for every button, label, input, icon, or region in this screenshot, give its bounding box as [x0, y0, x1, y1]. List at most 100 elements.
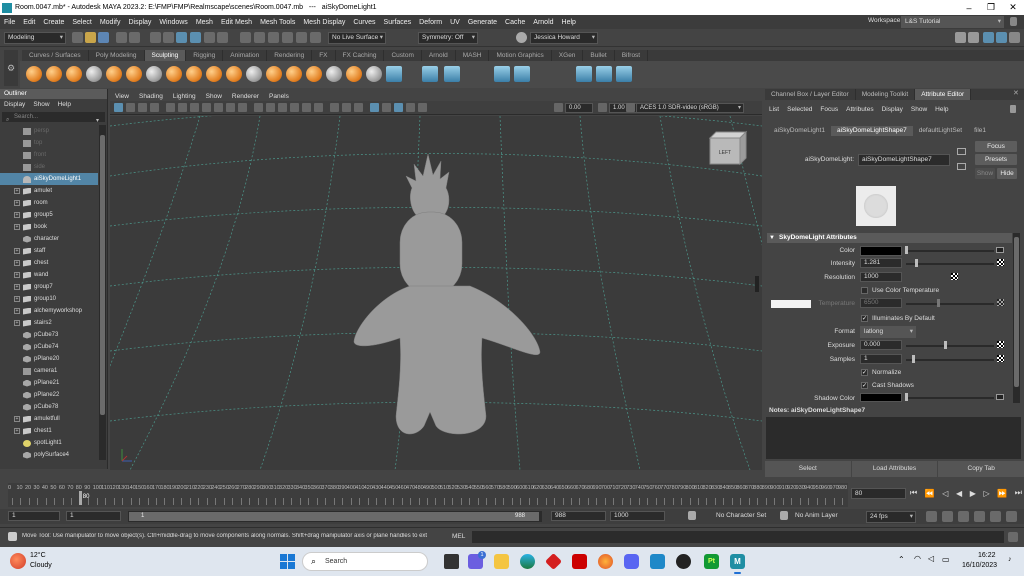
node-tab-aiskydomelight1[interactable]: aiSkyDomeLight1: [768, 126, 831, 136]
play-backwards-icon[interactable]: ◀: [956, 489, 962, 498]
shelf-tab-sculpting[interactable]: Sculpting: [144, 50, 187, 61]
smooth-tool-icon[interactable]: [46, 66, 62, 82]
amplify-tool-icon[interactable]: [346, 66, 362, 82]
outliner-item-persp[interactable]: persp: [0, 125, 98, 137]
outliner-item-pcube78[interactable]: pCube78: [0, 401, 98, 413]
go-to-output-icon[interactable]: [957, 163, 966, 170]
illuminates-by-default-checkbox[interactable]: ✓: [861, 315, 868, 322]
scrape-tool-icon[interactable]: [246, 66, 262, 82]
tab-modeling-toolkit[interactable]: Modeling Toolkit: [856, 89, 916, 100]
samples-map-button[interactable]: [997, 355, 1004, 362]
cast-shadows-checkbox[interactable]: ✓: [861, 382, 868, 389]
sculpt-settings-tool-icon[interactable]: [444, 66, 460, 82]
outliner-item-pplane20[interactable]: pPlane20: [0, 353, 98, 365]
outliner-item-staff[interactable]: + staff: [0, 245, 98, 257]
open-scene-icon[interactable]: [85, 32, 96, 43]
invert-mask-tool-icon[interactable]: [514, 66, 530, 82]
show-button[interactable]: Show: [975, 168, 995, 179]
playback-end-field[interactable]: 988: [551, 511, 606, 521]
temperature-slider[interactable]: [906, 303, 994, 305]
outliner-item-group7[interactable]: + group7: [0, 281, 98, 293]
outliner-item-pcube73[interactable]: pCube73: [0, 329, 98, 341]
viewport-menu-panels[interactable]: Panels: [264, 92, 294, 101]
exposure-field[interactable]: 0.00: [565, 103, 593, 113]
outliner-item-chest[interactable]: + chest: [0, 257, 98, 269]
knife-tool-icon[interactable]: [286, 66, 302, 82]
taskbar-search-box[interactable]: ⌕ Search: [302, 552, 428, 571]
view-cube[interactable]: LEFT: [708, 130, 748, 166]
edge-icon[interactable]: [520, 554, 535, 569]
user-dropdown[interactable]: Jessica Howard: [530, 32, 598, 44]
samples-field[interactable]: 1: [860, 354, 902, 364]
anim-layer-icon[interactable]: [780, 511, 788, 520]
outliner-item-room[interactable]: + room: [0, 197, 98, 209]
node-name-field[interactable]: aiSkyDomeLightShape7: [858, 154, 950, 166]
xray-joints-icon[interactable]: [342, 103, 351, 112]
outliner-item-group10[interactable]: + group10: [0, 293, 98, 305]
outliner-item-pcube74[interactable]: pCube74: [0, 341, 98, 353]
pinch-tool-icon[interactable]: [106, 66, 122, 82]
use-color-temperature-checkbox[interactable]: [861, 287, 868, 294]
field-chart-icon[interactable]: [214, 103, 223, 112]
expand-icon[interactable]: +: [14, 224, 20, 230]
shelf-tab-custom[interactable]: Custom: [384, 50, 422, 61]
outliner-item-stairs2[interactable]: + stairs2: [0, 317, 98, 329]
shelf-tab-mash[interactable]: MASH: [456, 50, 490, 61]
intensity-slider[interactable]: [906, 263, 994, 265]
fill-tool-icon[interactable]: [266, 66, 282, 82]
format-dropdown[interactable]: latlong: [860, 326, 916, 338]
temperature-field[interactable]: 6500: [860, 298, 902, 308]
attr-menu-focus[interactable]: Focus: [816, 106, 842, 113]
temperature-map-button[interactable]: [997, 299, 1004, 306]
image-plane-icon[interactable]: [150, 103, 159, 112]
menu-display[interactable]: Display: [124, 19, 155, 26]
shelf-tab-poly-modeling[interactable]: Poly Modeling: [89, 50, 145, 61]
shelf-tab-curves-surfaces[interactable]: Curves / Surfaces: [22, 50, 89, 61]
outliner-item-chest1[interactable]: + chest1: [0, 425, 98, 437]
attr-menu-display[interactable]: Display: [878, 106, 907, 113]
outliner-item-camera1[interactable]: camera1: [0, 365, 98, 377]
wireframe-icon[interactable]: [254, 103, 263, 112]
shelf-tab-arnold[interactable]: Arnold: [422, 50, 456, 61]
render-settings-icon[interactable]: [968, 32, 979, 43]
range-slider-handle[interactable]: 1 988: [129, 512, 539, 521]
color-map-button[interactable]: [996, 247, 1004, 253]
menu-surfaces[interactable]: Surfaces: [380, 19, 416, 26]
textured-icon[interactable]: [290, 103, 299, 112]
snap-point-icon[interactable]: [268, 32, 279, 43]
repeat-tool-icon[interactable]: [186, 66, 202, 82]
outliner-search-input[interactable]: Search...: [2, 112, 105, 122]
render-view-icon[interactable]: [955, 32, 966, 43]
menu-curves[interactable]: Curves: [349, 19, 379, 26]
redo-icon[interactable]: [129, 32, 140, 43]
node-tab-aiskydomelightshape7[interactable]: aiSkyDomeLightShape7: [830, 126, 913, 136]
make-live-icon[interactable]: [296, 32, 307, 43]
step-back-frame-icon[interactable]: ◁: [942, 489, 948, 498]
samples-slider[interactable]: [906, 359, 994, 361]
toggle-channel-box-icon[interactable]: [996, 32, 1007, 43]
relax-tool-icon[interactable]: [66, 66, 82, 82]
live-surface-dropdown[interactable]: No Live Surface: [328, 32, 386, 44]
exposure-icon[interactable]: [554, 103, 563, 112]
restore-button[interactable]: ❐: [980, 2, 1002, 13]
script-editor-icon[interactable]: [1008, 532, 1018, 542]
viewport-menu-view[interactable]: View: [110, 92, 134, 101]
skydome-attributes-header[interactable]: ▼ SkyDomeLight Attributes: [767, 233, 1012, 243]
viewport-3d[interactable]: LEFT: [110, 116, 762, 470]
fps-dropdown[interactable]: 24 fps: [866, 511, 916, 523]
scene-start-field[interactable]: 1: [8, 511, 60, 521]
notification-bell-icon[interactable]: ♪: [1008, 556, 1012, 563]
shelf-tab-animation[interactable]: Animation: [223, 50, 268, 61]
outliner-item-top[interactable]: top: [0, 137, 98, 149]
menu-mesh-tools[interactable]: Mesh Tools: [256, 19, 299, 26]
range-slider[interactable]: 1 988: [128, 511, 542, 522]
viewport-menu-shading[interactable]: Shading: [134, 92, 168, 101]
undo-icon[interactable]: [116, 32, 127, 43]
resolution-map-button[interactable]: [951, 273, 958, 280]
tab-channel-box-layer-editor[interactable]: Channel Box / Layer Editor: [765, 89, 856, 100]
menu-modify[interactable]: Modify: [96, 19, 125, 26]
expand-icon[interactable]: +: [14, 284, 20, 290]
mcafee-icon[interactable]: [572, 554, 587, 569]
character-set-icon[interactable]: [688, 511, 696, 520]
expand-icon[interactable]: +: [14, 308, 20, 314]
